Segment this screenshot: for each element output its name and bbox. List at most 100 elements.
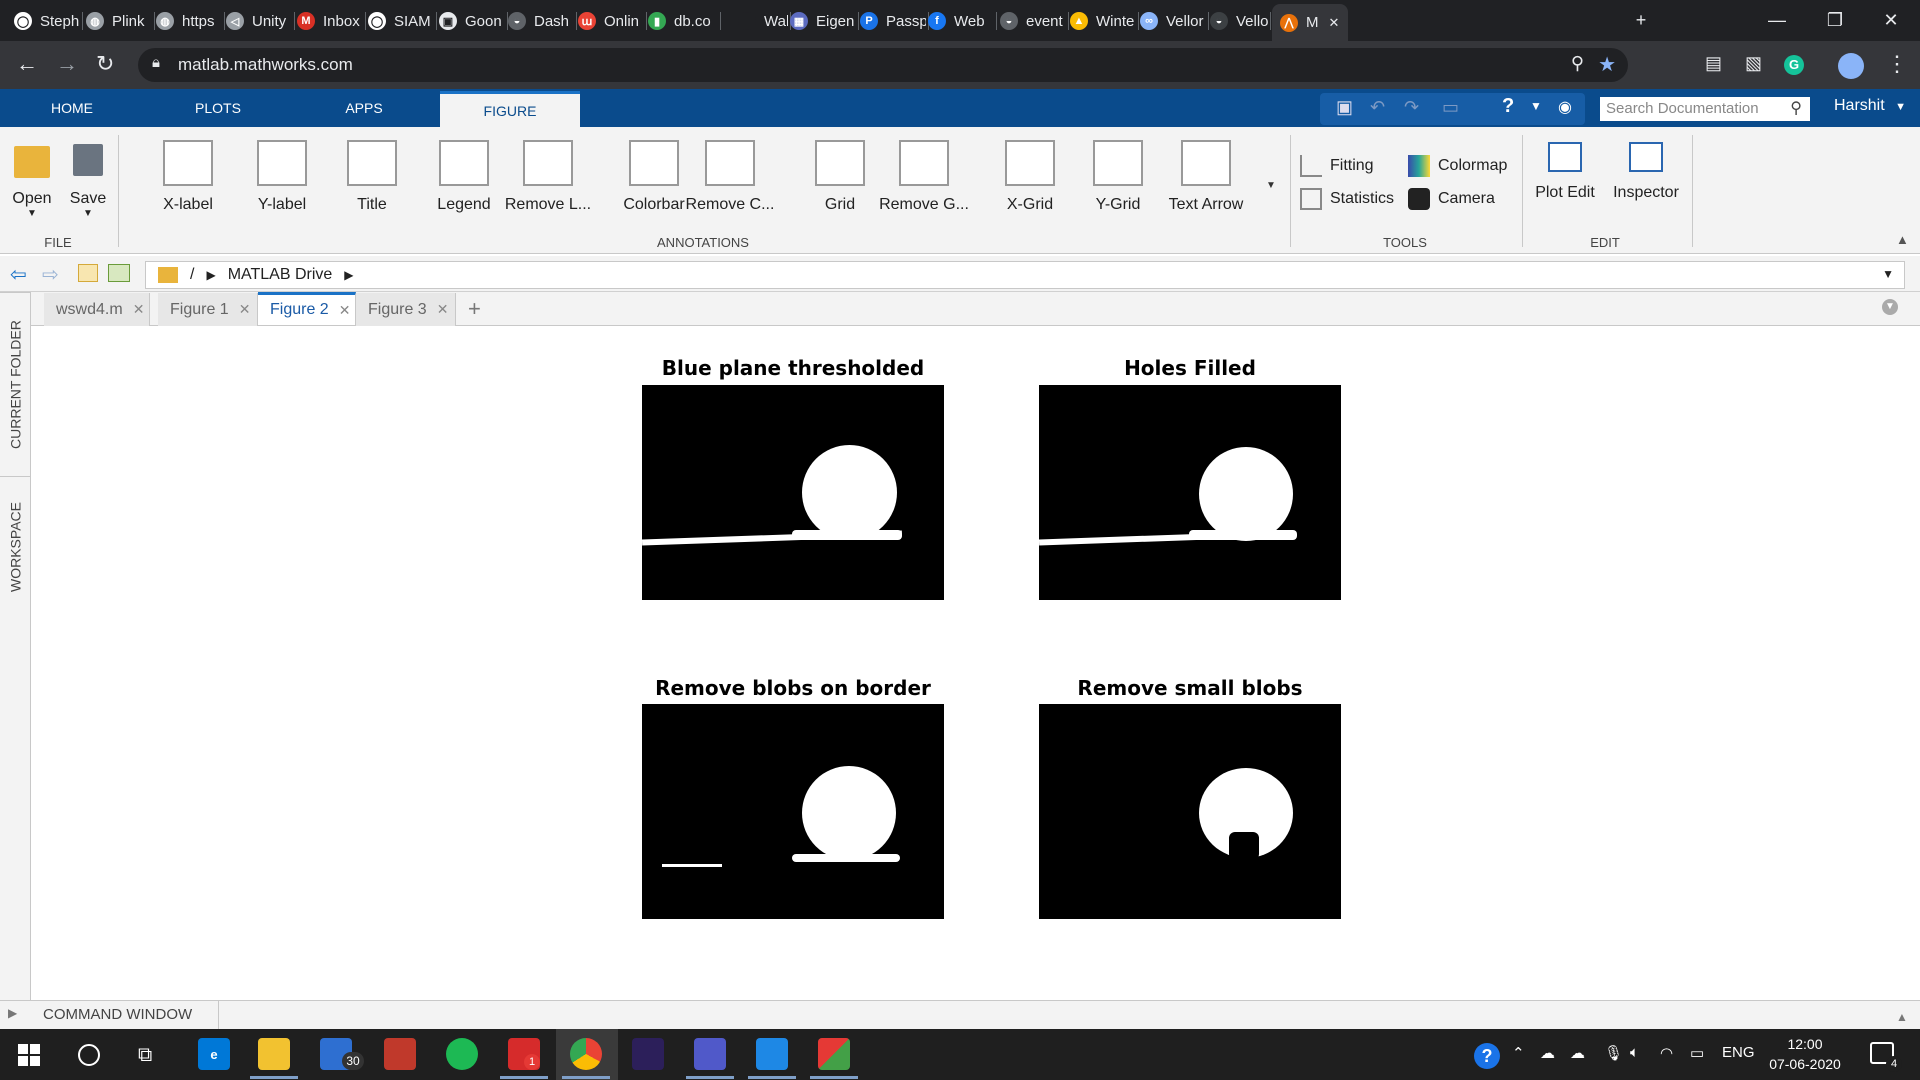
grammarly-icon[interactable]: G [1784, 55, 1804, 75]
subplot-image-remove-small-blobs[interactable] [1039, 704, 1341, 919]
close-window-button[interactable]: ✕ [1862, 0, 1920, 41]
zoom-icon[interactable]: ⚲ [1571, 53, 1584, 74]
collapse-ribbon-icon[interactable]: ▲ [1896, 232, 1909, 247]
path-folder[interactable]: MATLAB Drive [228, 266, 333, 284]
annotation-button-0[interactable]: X-label [138, 140, 238, 214]
browser-tab[interactable]: ◯ Steph [14, 6, 80, 36]
close-icon[interactable]: ✕ [437, 301, 449, 318]
cloud-icon[interactable]: ☁ [1570, 1044, 1585, 1062]
back-icon[interactable]: ← [16, 51, 38, 77]
tab-home[interactable]: HOME [22, 89, 122, 127]
chevron-down-icon[interactable]: ▼ [1530, 99, 1542, 113]
path-root[interactable]: / [190, 266, 194, 284]
close-icon[interactable]: ✕ [133, 301, 145, 318]
doc-tab-wswd4[interactable]: wswd4.m ✕ [44, 293, 150, 326]
browser-tab[interactable]: ◍ Plink [86, 6, 152, 36]
statistics-button[interactable]: Statistics [1300, 188, 1394, 210]
doc-tab-figure-3[interactable]: Figure 3 ✕ [356, 293, 456, 326]
annotation-button-1[interactable]: Y-label [232, 140, 332, 214]
plot-edit-button[interactable]: Plot Edit [1530, 140, 1600, 202]
chrome-icon[interactable] [570, 1038, 602, 1070]
colormap-button[interactable]: Colormap [1408, 155, 1507, 177]
photos-icon[interactable] [756, 1038, 788, 1070]
extension-icon[interactable]: ▤ [1705, 53, 1722, 74]
close-icon[interactable]: ✕ [339, 302, 351, 319]
annotation-button-6[interactable]: Remove C... [680, 140, 780, 214]
help-icon[interactable]: ? [1502, 95, 1514, 118]
doc-tab-figure-2[interactable]: Figure 2 ✕ [258, 292, 356, 325]
wifi-icon[interactable]: ◠ [1660, 1044, 1673, 1062]
subplot-image-holes-filled[interactable] [1039, 385, 1341, 600]
browser-tab[interactable]: ◒ Dash [508, 6, 574, 36]
browser-menu-icon[interactable]: ⋮ [1886, 51, 1908, 77]
browser-tab[interactable]: ◍ https [156, 6, 222, 36]
chevron-down-icon[interactable]: ▼ [1882, 267, 1894, 281]
browser-tab[interactable]: ▦ Eigen [790, 6, 856, 36]
annotation-button-8[interactable]: Remove G... [874, 140, 974, 214]
doc-tab-figure-1[interactable]: Figure 1 ✕ [158, 293, 258, 326]
browser-tab[interactable]: P Passp [860, 6, 926, 36]
tab-workspace[interactable]: WORKSPACE [0, 476, 31, 618]
reload-icon[interactable]: ↻ [96, 51, 114, 77]
chevron-up-icon[interactable]: ⌃ [1512, 1044, 1525, 1062]
browser-tab[interactable]: ◯ SIAM [368, 6, 434, 36]
file-explorer-icon[interactable] [258, 1038, 290, 1070]
annotation-button-11[interactable]: Text Arrow [1156, 140, 1256, 214]
annotation-button-9[interactable]: X-Grid [980, 140, 1080, 214]
browser-tab[interactable]: f Web [928, 6, 994, 36]
current-path-field[interactable]: / ▶ MATLAB Drive ▶ ▼ [145, 261, 1905, 289]
annotation-button-10[interactable]: Y-Grid [1068, 140, 1168, 214]
redo-icon[interactable]: ↷ [1404, 97, 1419, 118]
search-icon[interactable]: ⚲ [1790, 98, 1802, 118]
community-icon[interactable]: ◉ [1558, 97, 1572, 117]
command-window-tab[interactable]: COMMAND WINDOW [31, 1000, 219, 1029]
tab-apps[interactable]: APPS [314, 89, 414, 127]
save-button[interactable]: Save ▼ [66, 140, 110, 219]
extension-icon[interactable]: ▧ [1745, 53, 1762, 74]
open-button[interactable]: Open ▼ [10, 140, 54, 219]
expand-icon[interactable]: ▶ [8, 1006, 17, 1020]
new-tab-button[interactable]: + [1612, 0, 1670, 41]
browser-tab[interactable]: ⋀ M ✕ [1272, 4, 1348, 41]
close-icon[interactable]: ✕ [239, 301, 251, 318]
minimize-button[interactable]: — [1748, 0, 1806, 41]
subplot-image-remove-blobs-on-border[interactable] [642, 704, 944, 919]
browser-tab[interactable]: ▣ Goon [439, 6, 505, 36]
restore-button[interactable]: ❐ [1806, 0, 1864, 41]
browser-tab[interactable]: M Inbox [297, 6, 363, 36]
inspector-button[interactable]: Inspector [1606, 140, 1686, 202]
help-icon[interactable]: ? [1474, 1043, 1500, 1069]
forward-arrow-icon[interactable]: ⇨ [42, 262, 59, 287]
browser-tab[interactable]: ◁ Unity [226, 6, 292, 36]
search-documentation-input[interactable]: Search Documentation ⚲ [1600, 97, 1810, 121]
fitting-button[interactable]: Fitting [1300, 155, 1374, 177]
profile-avatar[interactable] [1838, 53, 1864, 79]
browser-tab[interactable]: Wallp [738, 6, 788, 36]
teams-icon[interactable] [694, 1038, 726, 1070]
back-arrow-icon[interactable]: ⇦ [10, 262, 27, 287]
microphone-icon[interactable]: 🎙︎ [1604, 1044, 1623, 1062]
office-app-icon[interactable] [818, 1038, 850, 1070]
browser-tab[interactable]: ◒ Vellor [1210, 6, 1268, 36]
up-folder-icon[interactable] [78, 264, 98, 282]
amazon-music-icon[interactable] [632, 1038, 664, 1070]
collapse-icon[interactable]: ▲ [1896, 1010, 1908, 1024]
user-menu[interactable]: Harshit ▼ [1834, 97, 1906, 115]
browser-tab[interactable]: ▮ db.co [648, 6, 718, 36]
tab-current-folder[interactable]: CURRENT FOLDER [0, 292, 31, 476]
close-icon[interactable]: ✕ [1329, 15, 1340, 31]
bookmark-star-icon[interactable]: ★ [1598, 52, 1616, 77]
browser-tab[interactable]: ◒ event [1000, 6, 1066, 36]
tab-figure[interactable]: FIGURE [440, 91, 580, 128]
print-icon[interactable]: ▭ [1442, 97, 1459, 118]
forward-icon[interactable]: → [56, 51, 78, 77]
volume-icon[interactable]: 🔈︎ [1630, 1044, 1639, 1061]
windows-start-icon[interactable] [18, 1044, 40, 1066]
battery-icon[interactable]: ▭ [1690, 1044, 1704, 1062]
undo-icon[interactable]: ↶ [1370, 97, 1385, 118]
annotation-button-2[interactable]: Title [322, 140, 422, 214]
browser-tab[interactable]: ▲ Winte [1070, 6, 1136, 36]
more-annotations-chevron-icon[interactable]: ▼ [1266, 180, 1276, 191]
browser-tab[interactable]: ∞ Vellor [1140, 6, 1206, 36]
camera-button[interactable]: Camera [1408, 188, 1495, 210]
